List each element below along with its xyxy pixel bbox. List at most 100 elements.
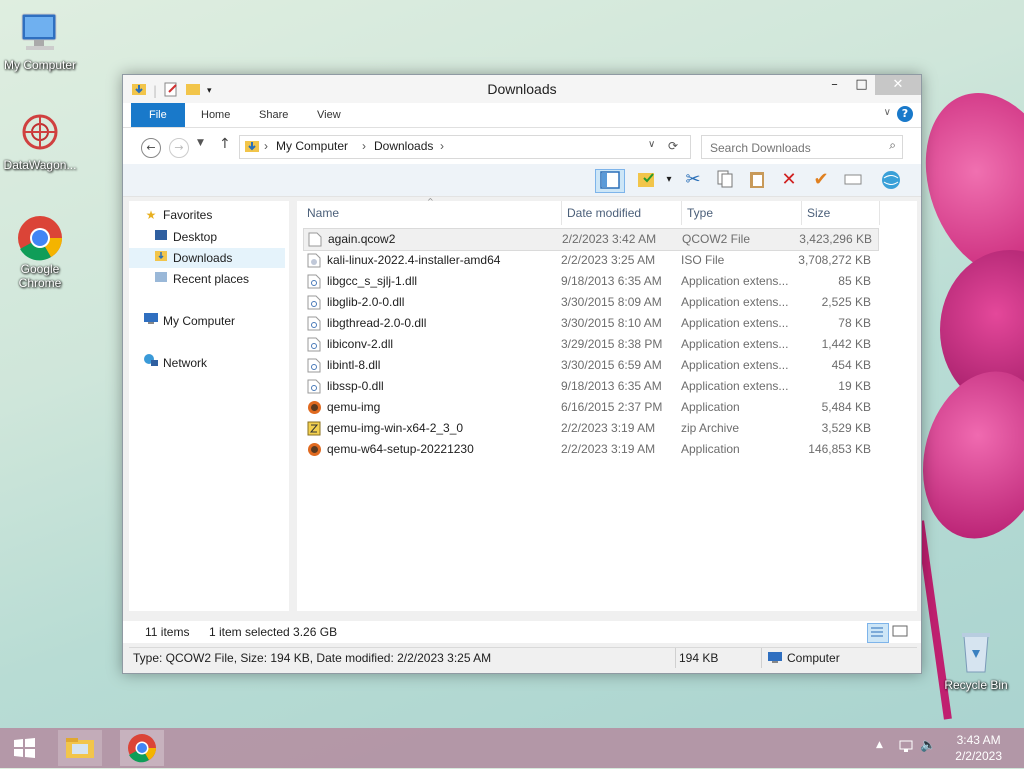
- address-row: ← → ▼ ↑ › My Computer › Downloads › ∨ ⟳ …: [123, 128, 921, 164]
- minimize-button[interactable]: –: [821, 75, 848, 95]
- details-size: 194 KB: [679, 651, 719, 665]
- file-row[interactable]: qemu-img 6/16/2015 2:37 PM Application 5,48…: [303, 397, 877, 418]
- globe-icon[interactable]: [879, 169, 903, 191]
- nav-network[interactable]: Network: [143, 353, 299, 373]
- back-button[interactable]: ←: [141, 138, 161, 158]
- status-bar: 11 items 1 item selected 3.26 GB: [123, 621, 921, 643]
- file-date: 3/29/2015 8:38 PM: [561, 337, 663, 351]
- cut-icon[interactable]: ✂: [681, 169, 705, 191]
- column-header-name[interactable]: Name: [307, 201, 339, 225]
- file-name: again.qcow2: [328, 232, 396, 246]
- recent-locations-icon[interactable]: ▼: [197, 138, 204, 148]
- nav-label: Recent places: [173, 272, 250, 286]
- close-button[interactable]: ✕: [875, 75, 921, 95]
- file-name: qemu-img-win-x64-2_3_0: [327, 421, 464, 435]
- preview-pane-icon[interactable]: [595, 169, 625, 193]
- desktop-icon-label: DataWagon...: [3, 158, 77, 172]
- file-row[interactable]: again.qcow2 2/2/2023 3:42 AM QCOW2 File 3,4…: [303, 228, 879, 251]
- item-count: 11 items: [145, 625, 190, 639]
- start-button[interactable]: [4, 730, 44, 766]
- tab-home[interactable]: Home: [187, 103, 244, 127]
- column-divider[interactable]: [681, 201, 682, 225]
- network-icon: [143, 353, 159, 373]
- file-row[interactable]: kali-linux-2022.4-installer-amd64 2/2/202…: [303, 250, 877, 271]
- chevron-down-icon[interactable]: ▾: [657, 169, 681, 191]
- network-status-icon[interactable]: [898, 738, 914, 757]
- address-bar[interactable]: › My Computer › Downloads › ∨ ⟳: [239, 135, 691, 159]
- desktop-icon-google-chrome[interactable]: Google Chrome: [0, 214, 80, 290]
- breadcrumb-downloads[interactable]: Downloads: [374, 139, 433, 153]
- file-size: 78 KB: [838, 316, 871, 330]
- nav-desktop[interactable]: Desktop: [153, 227, 309, 247]
- file-date: 2/2/2023 3:25 AM: [561, 253, 656, 267]
- taskbar-file-explorer[interactable]: [58, 730, 102, 766]
- rename-icon[interactable]: [841, 169, 865, 191]
- file-row[interactable]: libgthread-2.0-0.dll 3/30/2015 8:10 AM App…: [303, 313, 877, 334]
- file-list: ^ Name Date modified Type Size again.qco…: [297, 197, 917, 611]
- nav-downloads[interactable]: Downloads: [129, 248, 285, 268]
- nav-my-computer[interactable]: My Computer: [143, 311, 299, 331]
- file-row[interactable]: qemu-img-win-x64-2_3_0 2/2/2023 3:19 AM zi…: [303, 418, 877, 439]
- file-icon: [308, 232, 322, 247]
- details-location: Computer: [787, 651, 840, 665]
- taskbar-google-chrome[interactable]: [120, 730, 164, 766]
- breadcrumb-my-computer[interactable]: My Computer: [276, 139, 348, 153]
- show-hidden-icons-icon[interactable]: ▲: [876, 740, 883, 750]
- nav-recent-places[interactable]: Recent places: [153, 269, 309, 289]
- expand-ribbon-icon[interactable]: ∨: [884, 107, 891, 118]
- column-header-type[interactable]: Type: [687, 201, 713, 225]
- nav-favorites[interactable]: ★ Favorites: [143, 205, 299, 225]
- search-input[interactable]: [708, 138, 882, 158]
- address-dropdown-icon[interactable]: ∨: [648, 139, 655, 150]
- file-row[interactable]: libiconv-2.dll 3/29/2015 8:38 PM Applicati…: [303, 334, 877, 355]
- file-row[interactable]: libgcc_s_sjlj-1.dll 9/18/2013 6:35 AM Appl…: [303, 271, 877, 292]
- refresh-icon[interactable]: ⟳: [668, 139, 678, 153]
- column-divider[interactable]: [879, 201, 880, 225]
- volume-icon[interactable]: 🔈: [920, 738, 936, 753]
- column-divider[interactable]: [561, 201, 562, 225]
- help-icon[interactable]: ?: [897, 106, 913, 122]
- column-header-size[interactable]: Size: [807, 201, 830, 225]
- file-date: 2/2/2023 3:19 AM: [561, 421, 656, 435]
- file-row[interactable]: libintl-8.dll 3/30/2015 6:59 AM Applicatio…: [303, 355, 877, 376]
- clock[interactable]: 3:43 AM 2/2/2023: [955, 732, 1002, 764]
- desktop-icon-my-computer[interactable]: My Computer: [0, 10, 80, 72]
- file-row[interactable]: libglib-2.0-0.dll 3/30/2015 8:09 AM Applic…: [303, 292, 877, 313]
- file-name: libgthread-2.0-0.dll: [327, 316, 427, 330]
- desktop-icon-recycle-bin[interactable]: Recycle Bin: [936, 630, 1016, 692]
- file-size: 19 KB: [838, 379, 871, 393]
- file-date: 2/2/2023 3:19 AM: [561, 442, 656, 456]
- folder-icon: [66, 738, 94, 758]
- column-header-date[interactable]: Date modified: [567, 201, 641, 225]
- tab-file[interactable]: File: [131, 103, 185, 127]
- file-name: kali-linux-2022.4-installer-amd64: [327, 253, 501, 267]
- title-bar[interactable]: | ▾ Downloads – □ ✕: [123, 75, 921, 103]
- chevron-right-icon: ›: [362, 139, 366, 153]
- column-divider[interactable]: [801, 201, 802, 225]
- taskbar: ▲ 🔈 3:43 AM 2/2/2023: [0, 728, 1024, 768]
- tab-view[interactable]: View: [303, 103, 355, 127]
- large-icons-view-button[interactable]: [891, 623, 911, 641]
- computer-icon: [767, 651, 783, 667]
- desktop-icon-datawagon[interactable]: DataWagon...: [0, 110, 80, 172]
- paste-icon[interactable]: [745, 169, 769, 191]
- zip-icon: [307, 421, 321, 436]
- dll-icon: [307, 274, 321, 289]
- file-row[interactable]: qemu-w64-setup-20221230 2/2/2023 3:19 AM A…: [303, 439, 877, 460]
- file-row[interactable]: libssp-0.dll 9/18/2013 6:35 AM Application…: [303, 376, 877, 397]
- forward-button[interactable]: →: [169, 138, 189, 158]
- delete-icon[interactable]: ✕: [777, 169, 801, 191]
- folder-options-icon[interactable]: [635, 169, 659, 191]
- file-date: 6/16/2015 2:37 PM: [561, 400, 663, 414]
- copy-icon[interactable]: [713, 169, 737, 191]
- tab-share[interactable]: Share: [245, 103, 302, 127]
- up-button[interactable]: ↑: [219, 136, 231, 152]
- check-icon[interactable]: ✔: [809, 169, 833, 191]
- search-icon[interactable]: ⌕: [889, 138, 896, 153]
- file-size: 454 KB: [831, 358, 871, 372]
- maximize-button[interactable]: □: [848, 75, 875, 95]
- details-view-button[interactable]: [867, 623, 889, 643]
- datawagon-icon: [16, 110, 64, 154]
- downloads-folder-icon: [244, 138, 260, 157]
- nav-label: Downloads: [173, 251, 233, 265]
